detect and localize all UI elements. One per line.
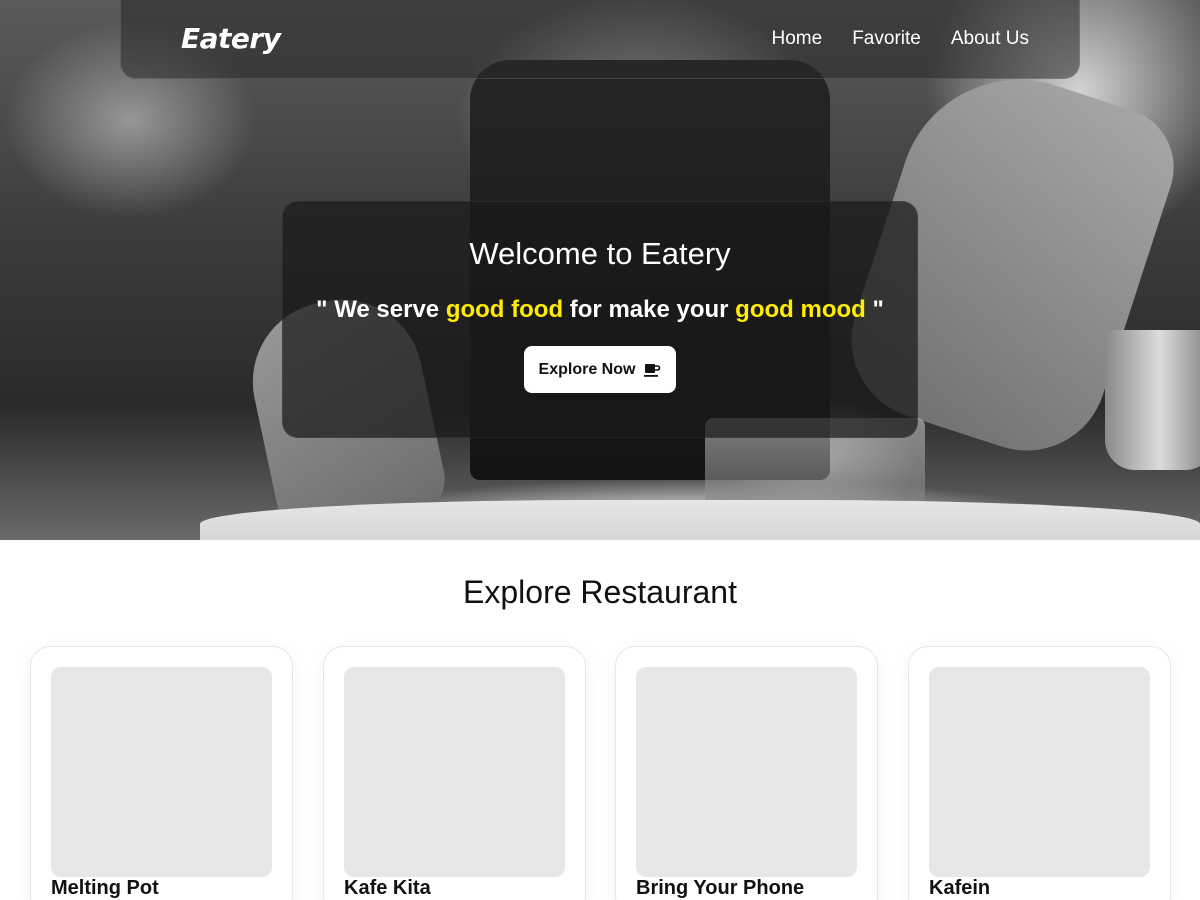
restaurant-image <box>51 667 272 877</box>
hero-background-pot <box>1105 330 1200 470</box>
explore-now-button[interactable]: Explore Now <box>523 346 677 393</box>
hero-section: Eatery Home Favorite About Us Welcome to… <box>0 0 1200 540</box>
coffee-cup-icon <box>644 363 661 377</box>
nav-about-link[interactable]: About Us <box>951 28 1029 50</box>
restaurant-name: Melting Pot <box>51 877 159 899</box>
restaurant-list: Melting Pot Kafe Kita Bring Your Phone K… <box>30 646 1171 900</box>
restaurant-image <box>929 667 1150 877</box>
hero-card: Welcome to Eatery " We serve good food f… <box>282 201 918 438</box>
nav-links: Home Favorite About Us <box>772 28 1029 50</box>
navbar: Eatery Home Favorite About Us <box>120 0 1080 79</box>
restaurant-card[interactable]: Kafe Kita <box>323 646 586 900</box>
restaurant-name: Bring Your Phone <box>636 877 805 899</box>
hero-title: Welcome to Eatery <box>469 236 731 271</box>
restaurant-image <box>344 667 565 877</box>
tagline-highlight: good food <box>445 296 564 323</box>
tagline-text: We serve <box>334 296 446 323</box>
nav-favorite-link[interactable]: Favorite <box>852 28 921 50</box>
restaurant-name: Kafe Kita <box>344 877 431 899</box>
brand-logo[interactable]: Eatery <box>181 22 281 55</box>
nav-home-link[interactable]: Home <box>772 28 823 50</box>
tagline-close-quote: " <box>865 296 884 323</box>
tagline-open-quote: " <box>316 296 335 323</box>
restaurant-name: Kafein <box>929 877 991 899</box>
hero-tagline: " We serve good food for make your good … <box>283 296 917 324</box>
restaurant-card[interactable]: Kafein <box>908 646 1171 900</box>
restaurant-image <box>636 667 857 877</box>
restaurant-card[interactable]: Bring Your Phone <box>615 646 878 900</box>
restaurant-card[interactable]: Melting Pot <box>30 646 293 900</box>
tagline-highlight: good mood <box>735 296 866 323</box>
tagline-text: for make your <box>563 296 736 323</box>
hero-background-plate <box>200 500 1200 540</box>
explore-section-title: Explore Restaurant <box>463 574 737 610</box>
explore-now-label: Explore Now <box>538 360 636 378</box>
